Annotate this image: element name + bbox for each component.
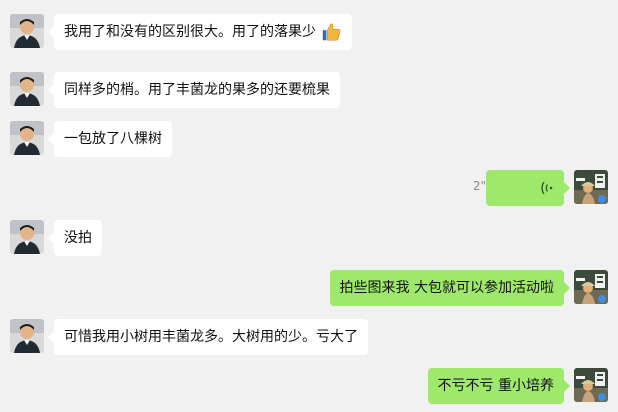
message-text: 一包放了八棵树 (64, 131, 162, 147)
chat-area: 我用了和没有的区别很大。用了的落果少 同样多的梢。用了丰菌龙的果多的还要梳果 一… (0, 0, 618, 412)
outgoing-message-bubble[interactable]: 拍些图来我 大包就可以参加活动啦 (329, 270, 571, 306)
contact-avatar[interactable] (10, 319, 44, 353)
message-text: 同样多的梢。用了丰菌龙的果多的还要梳果 (64, 82, 330, 98)
my-avatar[interactable] (574, 170, 608, 204)
incoming-message-bubble[interactable]: 没拍 (48, 220, 102, 256)
voice-duration: 2" (472, 179, 486, 193)
contact-avatar[interactable] (10, 14, 44, 48)
message-row: 一包放了八棵树 (0, 121, 618, 165)
message-row: 2" (0, 170, 618, 214)
message-text: 拍些图来我 大包就可以参加活动啦 (339, 280, 554, 296)
outgoing-message-bubble[interactable]: 不亏不亏 重小培养 (427, 368, 571, 404)
thumbs-up-emoji-icon (322, 23, 341, 41)
message-text: 我用了和没有的区别很大。用了的落果少 (64, 24, 316, 40)
incoming-message-bubble[interactable]: 可惜我用小树用丰菌龙多。大树用的少。亏大了 (48, 319, 368, 355)
message-row: 不亏不亏 重小培养 (0, 368, 618, 412)
message-text: 没拍 (64, 230, 92, 246)
incoming-message-bubble[interactable]: 我用了和没有的区别很大。用了的落果少 (48, 14, 352, 50)
contact-avatar[interactable] (10, 72, 44, 106)
incoming-message-bubble[interactable]: 一包放了八棵树 (48, 121, 172, 157)
contact-avatar[interactable] (10, 121, 44, 155)
message-row: 可惜我用小树用丰菌龙多。大树用的少。亏大了 (0, 319, 618, 363)
message-text: 不亏不亏 重小培养 (437, 378, 554, 394)
message-row: 我用了和没有的区别很大。用了的落果少 (0, 14, 618, 58)
message-text: 可惜我用小树用丰菌龙多。大树用的少。亏大了 (64, 329, 358, 345)
incoming-message-bubble[interactable]: 同样多的梢。用了丰菌龙的果多的还要梳果 (48, 72, 340, 108)
my-avatar[interactable] (574, 270, 608, 304)
message-row: 拍些图来我 大包就可以参加活动啦 (0, 270, 618, 314)
voice-wave-icon (541, 181, 553, 195)
message-row: 没拍 (0, 220, 618, 264)
message-row: 同样多的梢。用了丰菌龙的果多的还要梳果 (0, 72, 618, 116)
voice-message-bubble[interactable] (486, 170, 570, 206)
contact-avatar[interactable] (10, 220, 44, 254)
my-avatar[interactable] (574, 368, 608, 402)
